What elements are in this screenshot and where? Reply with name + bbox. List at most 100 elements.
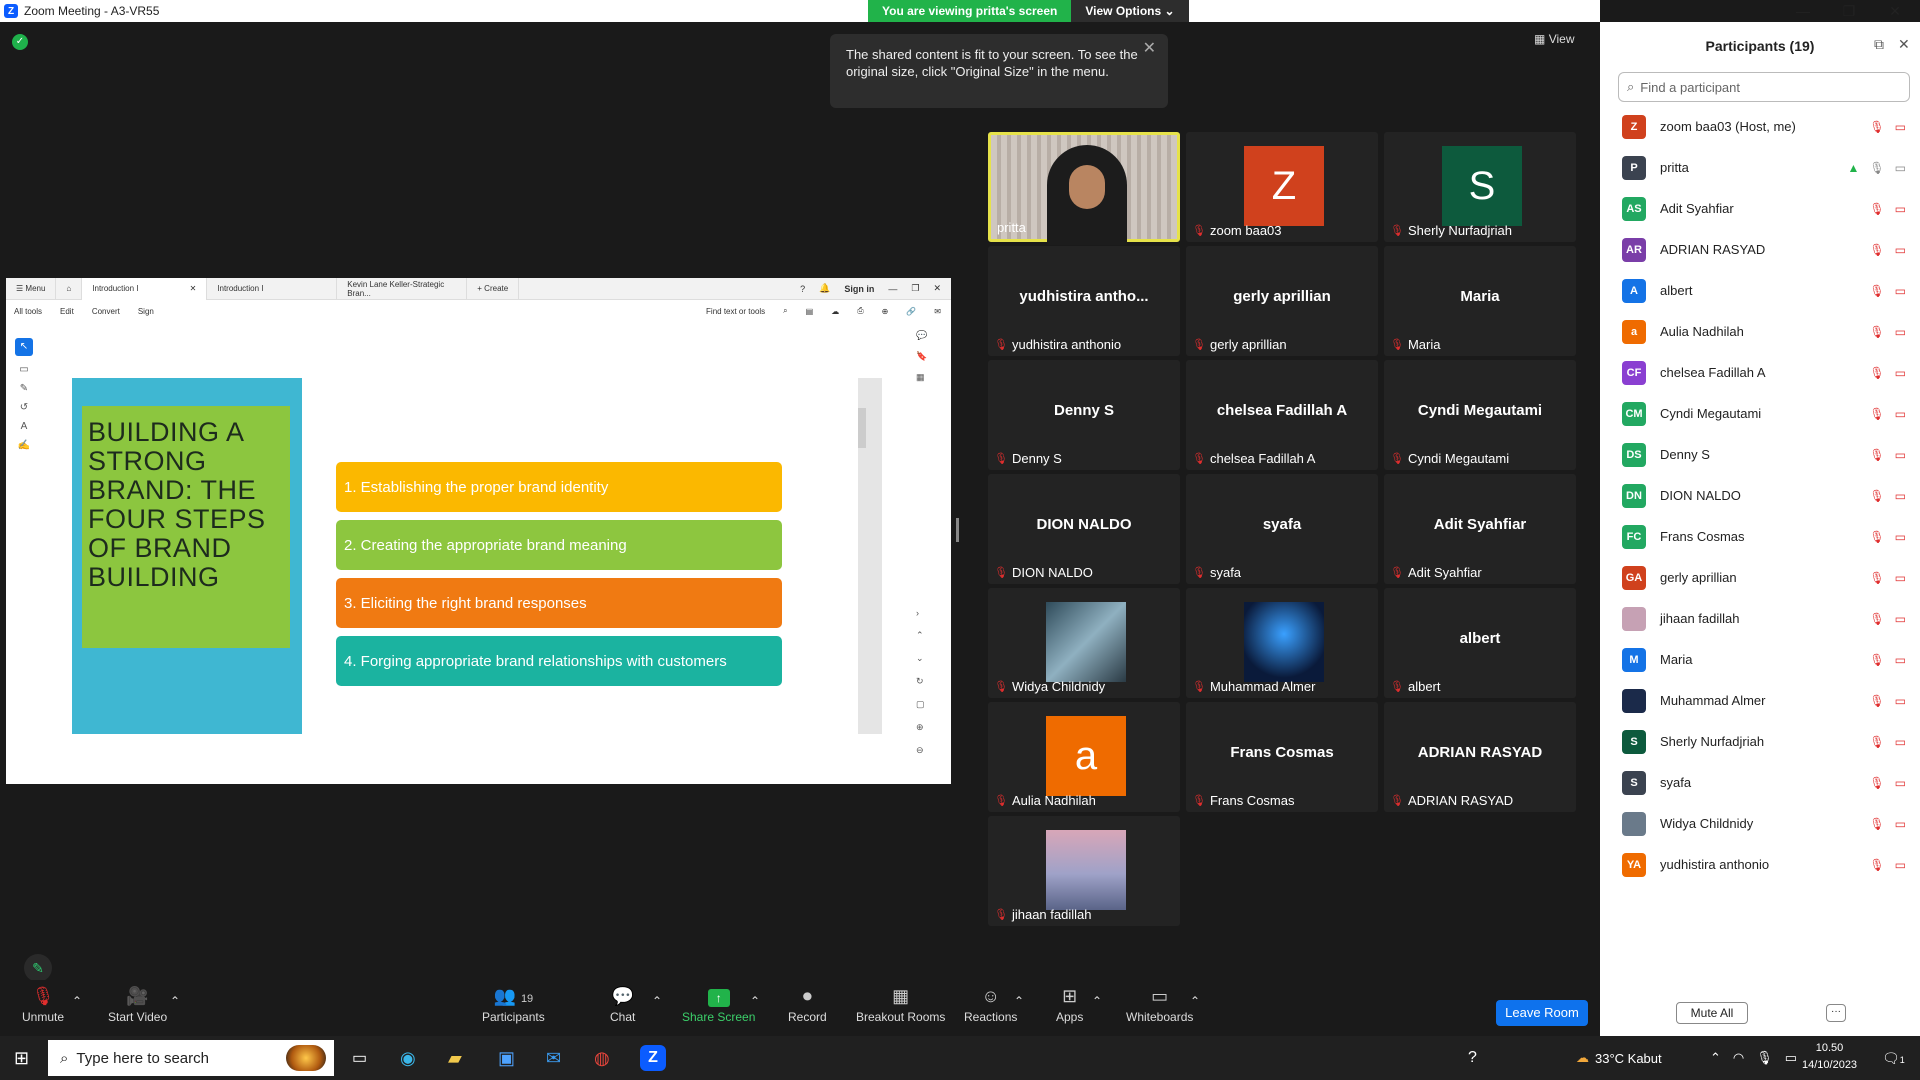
bookmark-icon[interactable]: 🔖	[916, 351, 927, 362]
popout-icon[interactable]: ⧉	[1874, 36, 1884, 53]
participant-row[interactable]: a Aulia Nadhilah 🎙 ▭	[1600, 311, 1920, 352]
participant-tile[interactable]: S 🎙 Sherly Nurfadjriah	[1384, 132, 1576, 242]
close-toast-button[interactable]: ✕	[1143, 40, 1156, 57]
participant-row[interactable]: DN DION NALDO 🎙 ▭	[1600, 475, 1920, 516]
select-tool-icon[interactable]: ↖	[15, 338, 33, 356]
fit-page-icon[interactable]: ▢	[916, 699, 925, 710]
task-view-icon[interactable]: ▭	[352, 1048, 367, 1068]
tab-introduction-active[interactable]: Introduction I ✕	[82, 277, 208, 300]
chat-options-caret[interactable]: ⌃	[652, 994, 662, 1008]
save-icon[interactable]: ▤	[806, 307, 814, 316]
mic-muted-icon[interactable]: 🎙	[1869, 407, 1884, 421]
windows-start-icon[interactable]: ⊞	[14, 1048, 29, 1069]
participant-row[interactable]: Widya Childnidy 🎙 ▭	[1600, 803, 1920, 844]
video-off-icon[interactable]: ▭	[1895, 694, 1906, 708]
participant-row[interactable]: GA gerly aprillian 🎙 ▭	[1600, 557, 1920, 598]
participant-tile[interactable]: gerly aprillian 🎙 gerly aprillian	[1186, 246, 1378, 356]
mic-muted-icon[interactable]: 🎙	[1869, 776, 1884, 790]
upload-icon[interactable]: ☁	[831, 307, 839, 316]
mic-muted-icon[interactable]: 🎙	[1869, 653, 1884, 667]
video-off-icon[interactable]: ▭	[1895, 571, 1906, 585]
mic-muted-icon[interactable]: 🎙	[1869, 858, 1884, 872]
chrome-icon[interactable]: ◍	[594, 1048, 610, 1069]
microphone-tray-icon[interactable]: 🎙	[1756, 1050, 1773, 1066]
participant-tile[interactable]: a 🎙 Aulia Nadhilah	[988, 702, 1180, 812]
mic-muted-icon[interactable]: 🎙	[1869, 284, 1884, 298]
mic-muted-icon[interactable]: 🎙	[1869, 448, 1884, 462]
acrobat-minimize[interactable]: —	[888, 284, 897, 294]
participant-tile[interactable]: albert 🎙 albert	[1384, 588, 1576, 698]
participant-row[interactable]: YA yudhistira anthonio 🎙 ▭	[1600, 844, 1920, 885]
tab-introduction[interactable]: Introduction I	[207, 277, 338, 300]
whiteboards-caret[interactable]: ⌃	[1190, 994, 1200, 1008]
mic-muted-icon[interactable]: 🎙	[1869, 571, 1884, 585]
participant-tile[interactable]: DION NALDO 🎙 DION NALDO	[988, 474, 1180, 584]
mic-muted-icon[interactable]: 🎙	[1869, 202, 1884, 216]
mic-icon[interactable]: 🎙	[1869, 161, 1884, 175]
participant-row[interactable]: Aalbert 🎙 ▭	[1600, 270, 1920, 311]
mic-muted-icon[interactable]: 🎙	[1869, 694, 1884, 708]
mail-icon[interactable]: ✉	[934, 307, 951, 316]
print-icon[interactable]: ⎙	[857, 306, 863, 316]
find-tools-field[interactable]: Find text or tools	[706, 307, 765, 316]
mute-all-button[interactable]: Mute All	[1676, 1002, 1748, 1024]
page-up-icon[interactable]: ⌃	[916, 630, 925, 641]
breakout-rooms-button[interactable]: ▦ Breakout Rooms	[856, 986, 945, 1024]
whiteboards-button[interactable]: ▭ Whiteboards	[1126, 986, 1193, 1024]
video-off-icon[interactable]: ▭	[1895, 120, 1906, 134]
menu-convert[interactable]: Convert	[92, 307, 120, 316]
record-button[interactable]: ⏺ Record	[788, 986, 827, 1024]
unmute-button[interactable]: 🎙 Unmute	[22, 986, 64, 1024]
participant-row[interactable]: DS Denny S 🎙 ▭	[1600, 434, 1920, 475]
battery-icon[interactable]: ▭	[1785, 1050, 1797, 1066]
text-tool-icon[interactable]: A	[21, 421, 28, 432]
video-off-icon[interactable]: ▭	[1895, 325, 1906, 339]
video-off-icon[interactable]: ▭	[1895, 366, 1906, 380]
more-options-button[interactable]: ···	[1826, 1004, 1846, 1022]
share-screen-button[interactable]: ↑ Share Screen	[682, 986, 755, 1024]
encryption-shield-icon[interactable]: ✓	[12, 34, 28, 50]
video-off-icon[interactable]: ▭	[1895, 243, 1906, 257]
participant-tile[interactable]: Denny S 🎙 Denny S	[988, 360, 1180, 470]
participant-row[interactable]: Ppritta ▲ 🎙 ▭	[1600, 147, 1920, 188]
participant-tile[interactable]: pritta	[988, 132, 1180, 245]
participant-search-input[interactable]: ⌕ Find a participant	[1618, 72, 1910, 102]
participant-row[interactable]: AR ADRIAN RASYAD 🎙 ▭	[1600, 229, 1920, 270]
search-icon[interactable]: ⌕	[783, 306, 787, 316]
help-tray-icon[interactable]: ?	[1468, 1049, 1477, 1067]
share-icon[interactable]: ⊕	[882, 307, 889, 316]
edge-icon[interactable]: ◉	[400, 1048, 416, 1069]
participant-row[interactable]: S Sherly Nurfadjriah 🎙 ▭	[1600, 721, 1920, 762]
participant-row[interactable]: FC Frans Cosmas 🎙 ▭	[1600, 516, 1920, 557]
scrollbar-thumb[interactable]	[858, 408, 866, 448]
participant-tile[interactable]: 🎙 Widya Childnidy	[988, 588, 1180, 698]
participant-row[interactable]: CM Cyndi Megautami 🎙 ▭	[1600, 393, 1920, 434]
weather-widget[interactable]: ☁ 33°C Kabut	[1576, 1036, 1662, 1080]
video-off-icon[interactable]: ▭	[1895, 858, 1906, 872]
mic-muted-icon[interactable]: 🎙	[1869, 489, 1884, 503]
tray-overflow-icon[interactable]: ⌃	[1710, 1050, 1721, 1066]
bell-icon[interactable]: 🔔	[819, 283, 830, 294]
mic-muted-icon[interactable]: 🎙	[1869, 612, 1884, 626]
home-icon[interactable]: ⌂	[56, 277, 83, 300]
audio-options-caret[interactable]: ⌃	[72, 994, 82, 1008]
participant-row[interactable]: Zzoom baa03 (Host, me) 🎙 ▭	[1600, 106, 1920, 147]
close-tab-icon[interactable]: ✕	[190, 284, 197, 293]
file-explorer-icon[interactable]: ▰	[448, 1048, 462, 1069]
clock[interactable]: 10.50 14/10/2023	[1802, 1040, 1857, 1074]
mail-app-icon[interactable]: ✉	[546, 1048, 561, 1069]
wifi-icon[interactable]: ◠	[1733, 1050, 1744, 1066]
zoom-out-icon[interactable]: ⊖	[916, 745, 925, 756]
participant-tile[interactable]: ADRIAN RASYAD 🎙 ADRIAN RASYAD	[1384, 702, 1576, 812]
lasso-tool-icon[interactable]: ↺	[20, 402, 28, 413]
comment-icon[interactable]: 💬	[916, 330, 927, 341]
menu-edit[interactable]: Edit	[60, 307, 74, 316]
mic-muted-icon[interactable]: 🎙	[1869, 325, 1884, 339]
participant-tile[interactable]: Cyndi Megautami 🎙 Cyndi Megautami	[1384, 360, 1576, 470]
menu-all-tools[interactable]: All tools	[14, 307, 42, 316]
split-handle[interactable]	[956, 518, 959, 542]
participant-row[interactable]: Muhammad Almer 🎙 ▭	[1600, 680, 1920, 721]
help-icon[interactable]: ?	[800, 284, 805, 294]
participant-row[interactable]: Ssyafa 🎙 ▭	[1600, 762, 1920, 803]
participant-tile[interactable]: chelsea Fadillah A 🎙 chelsea Fadillah A	[1186, 360, 1378, 470]
